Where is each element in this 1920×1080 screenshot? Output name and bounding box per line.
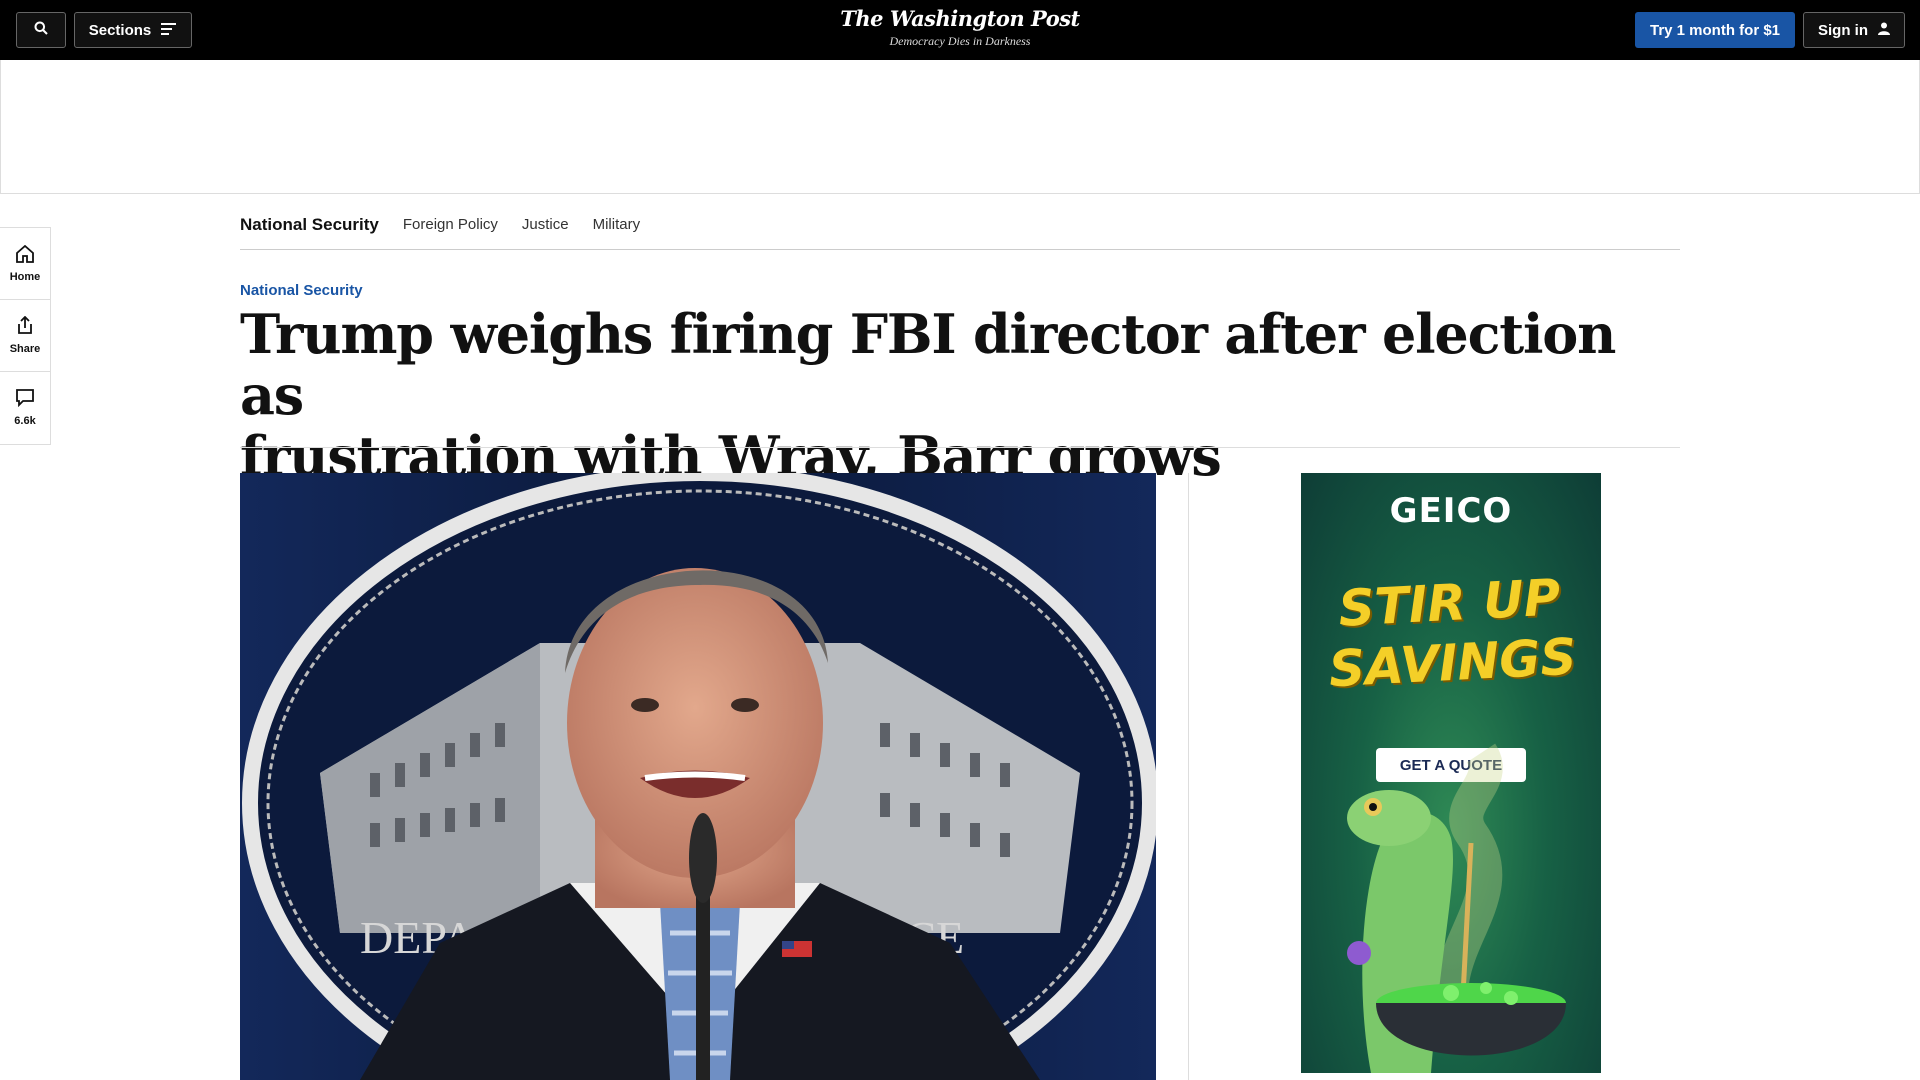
- home-icon: [15, 244, 35, 266]
- menu-icon: [161, 22, 177, 39]
- rail-comments-count: 6.6k: [14, 415, 36, 427]
- rail-comments-button[interactable]: 6.6k: [0, 372, 50, 444]
- sections-label: Sections: [88, 21, 152, 39]
- sidebar-advertisement[interactable]: GEICO STIR UP SAVINGS GET A QUOTE: [1301, 473, 1601, 1073]
- share-icon: [16, 315, 34, 338]
- article-headline: Trump weighs firing FBI director after e…: [240, 304, 1680, 487]
- section-nav-military[interactable]: Military: [593, 216, 641, 233]
- section-nav-justice[interactable]: Justice: [522, 216, 569, 233]
- top-navigation-bar: Sections The Washington Post Democracy D…: [0, 0, 1920, 60]
- section-nav-foreign-policy[interactable]: Foreign Policy: [403, 216, 498, 233]
- sign-in-button[interactable]: Sign in: [1803, 12, 1905, 48]
- top-ad-banner: [0, 60, 1920, 194]
- left-rail: Home Share 6.6k: [0, 227, 51, 445]
- comment-icon: [16, 389, 34, 410]
- column-divider: [1188, 473, 1189, 1080]
- sign-in-label: Sign in: [1818, 21, 1868, 39]
- rail-home-label: Home: [9, 270, 41, 283]
- rail-share-button[interactable]: Share: [0, 300, 50, 372]
- article-kicker[interactable]: National Security: [240, 282, 363, 299]
- logo-name: The Washington Post: [840, 6, 1080, 31]
- user-icon: [1878, 22, 1890, 39]
- ad-illustration: [1347, 743, 1566, 1073]
- logo-tagline: Democracy Dies in Darkness: [889, 34, 1031, 48]
- section-nav-national-security[interactable]: National Security: [240, 215, 379, 235]
- headline-divider: [240, 447, 1680, 448]
- subscribe-button[interactable]: Try 1 month for $1: [1635, 12, 1795, 48]
- headline-line-1: Trump weighs firing FBI director after e…: [240, 302, 1616, 427]
- rail-home-button[interactable]: Home: [0, 228, 50, 300]
- rail-share-label: Share: [9, 343, 41, 355]
- photo-illustration: DEPA ICE: [240, 473, 1156, 1080]
- site-logo[interactable]: The Washington Post Democracy Dies in Da…: [760, 6, 1160, 49]
- sections-menu-button[interactable]: Sections: [74, 12, 192, 48]
- section-navigation: National Security Foreign Policy Justice…: [240, 200, 1680, 250]
- search-button[interactable]: [16, 12, 66, 48]
- search-icon: [34, 21, 48, 39]
- article-lead-photo[interactable]: DEPA ICE: [240, 473, 1156, 1080]
